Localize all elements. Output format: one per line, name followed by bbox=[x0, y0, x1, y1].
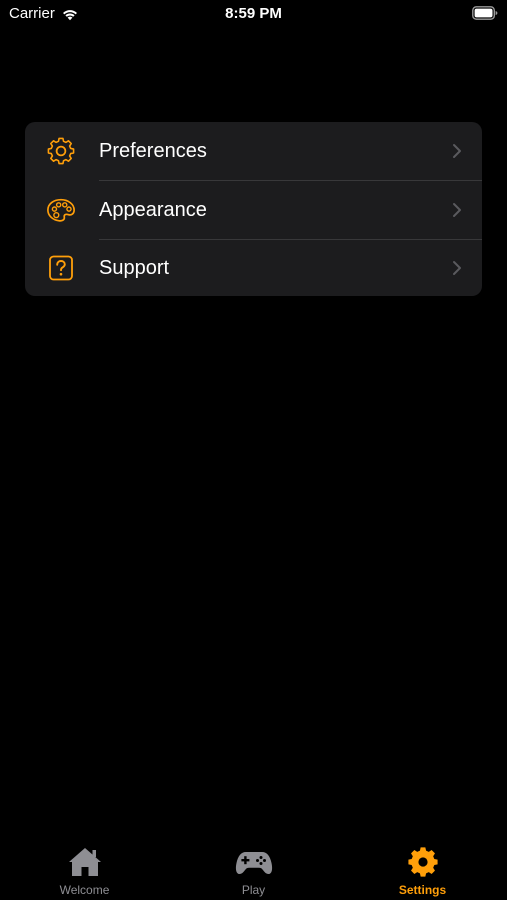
status-time: 8:59 PM bbox=[225, 5, 282, 22]
tab-label: Welcome bbox=[59, 883, 110, 897]
tab-play[interactable]: Play bbox=[169, 840, 338, 900]
tab-label: Play bbox=[241, 883, 266, 897]
settings-row-label: Appearance bbox=[99, 199, 207, 221]
gamecontroller-icon bbox=[235, 852, 272, 874]
battery-icon bbox=[472, 6, 498, 20]
gear-outline-icon bbox=[47, 137, 75, 165]
tab-welcome[interactable]: Welcome bbox=[0, 840, 169, 900]
chevron-right-icon bbox=[453, 144, 461, 158]
status-bar: Carrier 8:59 PM bbox=[0, 0, 507, 28]
screen: Carrier 8:59 PM Preferences Appearance S… bbox=[0, 0, 507, 900]
palette-icon bbox=[47, 198, 75, 222]
tab-settings[interactable]: Settings bbox=[338, 840, 507, 900]
settings-row-preferences[interactable]: Preferences bbox=[25, 122, 482, 180]
gear-icon bbox=[407, 847, 438, 877]
tab-label: Settings bbox=[398, 883, 447, 897]
house-icon bbox=[68, 848, 101, 876]
chevron-right-icon bbox=[453, 261, 461, 275]
settings-row-label: Support bbox=[99, 257, 170, 279]
tab-bar: Welcome Play Settings bbox=[0, 840, 507, 900]
chevron-right-icon bbox=[453, 203, 461, 217]
question-square-icon bbox=[49, 255, 73, 281]
settings-row-label: Preferences bbox=[99, 140, 207, 162]
settings-list: Preferences Appearance Support bbox=[25, 122, 482, 296]
settings-row-appearance[interactable]: Appearance bbox=[25, 181, 482, 239]
settings-row-support[interactable]: Support bbox=[25, 239, 482, 296]
